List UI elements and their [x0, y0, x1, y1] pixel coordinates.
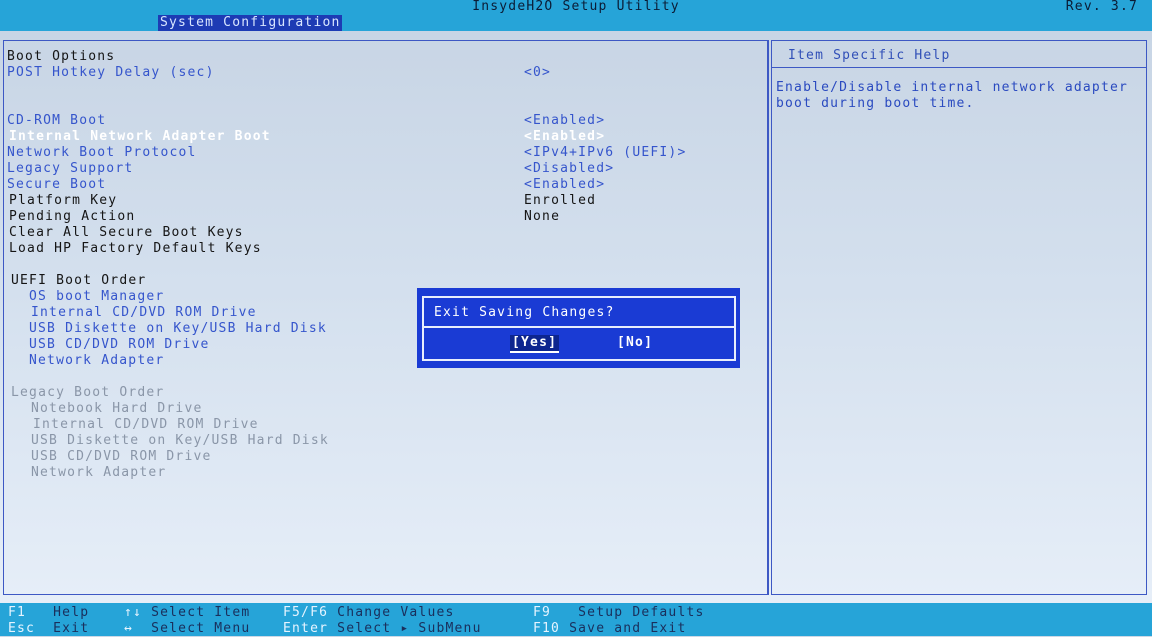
legacy-support-label[interactable]: Legacy Support: [7, 161, 133, 177]
footer-f10: F10 Save and Exit: [533, 621, 686, 637]
legacy-item-usb-cd-dvd: USB CD/DVD ROM Drive: [31, 449, 212, 464]
tab-system-configuration[interactable]: System Configuration: [158, 15, 342, 31]
leftright-desc: Select Menu: [151, 621, 251, 636]
uefi-item-network-adapter[interactable]: Network Adapter: [29, 353, 164, 369]
footer-f5f6: F5/F6 Change Values: [283, 605, 455, 621]
f5f6-desc: Change Values: [337, 605, 455, 620]
key-help-bar: F1 Help Esc Exit ↑↓ Select Item ↔ Select…: [0, 603, 1152, 636]
uefi-item-usb-cd-dvd[interactable]: USB CD/DVD ROM Drive: [29, 337, 210, 353]
dialog-message: Exit Saving Changes?: [424, 298, 734, 328]
network-boot-protocol-value[interactable]: <IPv4+IPv6 (UEFI)>: [524, 145, 686, 161]
esc-desc: Exit: [53, 621, 90, 636]
uefi-item-os-boot-manager[interactable]: OS boot Manager: [29, 289, 164, 305]
enter-desc: Select ▸ SubMenu: [337, 621, 482, 636]
platform-key-value: Enrolled: [524, 193, 597, 208]
footer-updown: ↑↓ Select Item: [124, 605, 250, 621]
cdrom-boot-label[interactable]: CD-ROM Boot: [7, 113, 106, 129]
secure-boot-value[interactable]: <Enabled>: [524, 177, 605, 193]
legacy-item-internal-cd-dvd: Internal CD/DVD ROM Drive: [33, 417, 259, 432]
internal-network-adapter-boot-label[interactable]: Internal Network Adapter Boot: [9, 129, 271, 145]
legacy-item-usb-diskette: USB Diskette on Key/USB Hard Disk: [31, 433, 329, 448]
post-hotkey-delay-value[interactable]: <0>: [524, 65, 551, 81]
clear-secure-boot-keys[interactable]: Clear All Secure Boot Keys: [9, 225, 244, 241]
legacy-support-value[interactable]: <Disabled>: [524, 161, 614, 177]
help-line-1: Enable/Disable internal network adapter: [776, 80, 1129, 95]
title-bar: InsydeH2O Setup Utility Rev. 3.7 System …: [0, 0, 1152, 31]
uefi-boot-order-heading: UEFI Boot Order: [11, 273, 147, 288]
cdrom-boot-value[interactable]: <Enabled>: [524, 113, 605, 129]
pending-action-value: None: [524, 209, 561, 224]
f1-desc: Help: [53, 605, 90, 620]
yes-button[interactable]: [Yes]: [510, 335, 560, 353]
f10-desc: Save and Exit: [569, 621, 687, 636]
f9-key: F9: [533, 605, 552, 620]
load-hp-default-keys[interactable]: Load HP Factory Default Keys: [9, 241, 262, 257]
legacy-item-notebook-hard-drive: Notebook Hard Drive: [31, 401, 203, 416]
footer-leftright: ↔ Select Menu: [124, 621, 250, 637]
enter-key: Enter: [283, 621, 329, 636]
help-line-2: boot during boot time.: [776, 96, 975, 111]
f5f6-key: F5/F6: [283, 605, 329, 620]
boot-options-heading: Boot Options: [7, 49, 116, 64]
post-hotkey-delay-label[interactable]: POST Hotkey Delay (sec): [7, 65, 215, 81]
leftright-arrows-icon: ↔: [124, 621, 134, 636]
network-boot-protocol-label[interactable]: Network Boot Protocol: [7, 145, 197, 161]
updown-arrows-icon: ↑↓: [124, 605, 143, 620]
pending-action-label: Pending Action: [9, 209, 136, 224]
updown-desc: Select Item: [151, 605, 251, 620]
footer-f1: F1 Help: [8, 605, 89, 621]
footer-esc: Esc Exit: [8, 621, 89, 637]
dialog-frame: Exit Saving Changes? [Yes] [No]: [422, 296, 736, 361]
footer-f9: F9 Setup Defaults: [533, 605, 705, 621]
no-button[interactable]: [No]: [617, 335, 653, 351]
legacy-boot-order-heading: Legacy Boot Order: [11, 385, 165, 400]
f10-key: F10: [533, 621, 561, 636]
app-title: InsydeH2O Setup Utility: [472, 0, 680, 14]
legacy-item-network-adapter: Network Adapter: [31, 465, 167, 480]
f9-desc: Setup Defaults: [578, 605, 705, 620]
uefi-item-internal-cd-dvd[interactable]: Internal CD/DVD ROM Drive: [31, 305, 257, 321]
help-title: Item Specific Help: [772, 41, 1146, 68]
platform-key-label: Platform Key: [9, 193, 118, 208]
help-text: Enable/Disable internal network adapter …: [776, 80, 1136, 112]
revision-label: Rev. 3.7: [1065, 0, 1138, 14]
help-panel: Item Specific Help Enable/Disable intern…: [771, 40, 1147, 595]
exit-dialog: Exit Saving Changes? [Yes] [No]: [417, 288, 740, 368]
f1-key: F1: [8, 605, 27, 620]
secure-boot-label[interactable]: Secure Boot: [7, 177, 106, 193]
footer-enter: Enter Select ▸ SubMenu: [283, 621, 482, 637]
internal-network-adapter-boot-value[interactable]: <Enabled>: [524, 129, 605, 145]
esc-key: Esc: [8, 621, 36, 636]
uefi-item-usb-diskette[interactable]: USB Diskette on Key/USB Hard Disk: [29, 321, 327, 337]
